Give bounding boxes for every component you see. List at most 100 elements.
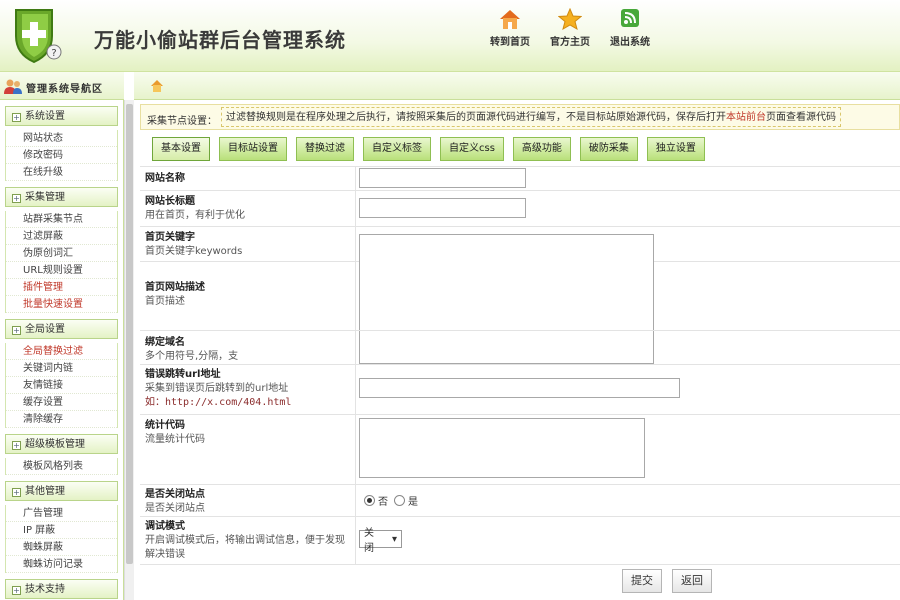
group-label: 采集管理	[25, 192, 65, 203]
sidebar-group-templates: + 超级模板管理 模板风格列表	[5, 434, 118, 475]
sidebar-group-title[interactable]: + 系统设置	[5, 106, 118, 126]
sidebar-item-pseudo-original[interactable]: 伪原创词汇	[6, 245, 117, 262]
radio-dot[interactable]	[394, 495, 405, 506]
notice-highlight: 本站前台	[726, 112, 766, 123]
divider	[355, 191, 356, 226]
field-label: 网站名称	[145, 173, 185, 184]
top-nav: 转到首页 官方主页 退出系统	[480, 8, 660, 48]
sidebar-item-clear-cache[interactable]: 清除缓存	[6, 411, 117, 428]
expand-icon: +	[12, 586, 21, 595]
sidebar: + 系统设置 网站状态 修改密码 在线升级 + 采集管理 站群采集节点 过滤屏蔽 伪…	[0, 100, 124, 600]
back-button[interactable]: 返回	[672, 569, 712, 593]
nav-label: 官方主页	[550, 37, 590, 48]
group-label: 全局设置	[25, 324, 65, 335]
debug-mode-select[interactable]: 关闭 ▾	[359, 528, 402, 554]
stats-code-textarea[interactable]	[359, 418, 645, 478]
row-stats: 统计代码 流量统计代码	[140, 414, 900, 484]
sidebar-item-template-list[interactable]: 模板风格列表	[6, 458, 117, 475]
sidebar-item-plugins[interactable]: 插件管理	[6, 279, 117, 296]
sidebar-item-url-rules[interactable]: URL规则设置	[6, 262, 117, 279]
home-icon[interactable]	[150, 79, 164, 92]
shield-logo-icon: ?	[15, 9, 62, 64]
row-keywords-description: 首页关键字 首页关键字keywords 首页网站描述 首页描述	[140, 226, 900, 364]
sidebar-group-title[interactable]: + 全局设置	[5, 319, 118, 339]
sidebar-header: 管理系统导航区	[0, 72, 124, 100]
scrollbar-thumb[interactable]	[126, 104, 133, 564]
error-url-input[interactable]	[359, 378, 680, 398]
select-value: 关闭	[364, 528, 374, 554]
sidebar-items: 网站状态 修改密码 在线升级	[5, 130, 118, 181]
divider	[355, 415, 356, 484]
submit-button[interactable]: 提交	[622, 569, 662, 593]
sidebar-scrollbar[interactable]	[124, 100, 134, 600]
tab-basic[interactable]: 基本设置	[152, 137, 210, 161]
sidebar-item-site-status[interactable]: 网站状态	[6, 130, 117, 147]
close-site-no-radio[interactable]: 否	[364, 493, 388, 508]
sidebar-item-online-upgrade[interactable]: 在线升级	[6, 164, 117, 181]
divider	[355, 485, 356, 516]
field-label: 是否关闭站点	[145, 489, 205, 500]
sidebar-item-spider-log[interactable]: 蜘蛛访问记录	[6, 556, 117, 573]
sidebar-item-keyword-links[interactable]: 关键词内链	[6, 360, 117, 377]
sidebar-item-collect-nodes[interactable]: 站群采集节点	[6, 211, 117, 228]
tab-replace-filter[interactable]: 替换过滤	[296, 137, 354, 161]
group-label: 其他管理	[25, 486, 65, 497]
tab-advanced[interactable]: 高级功能	[512, 137, 571, 161]
sidebar-items: 广告管理 IP 屏蔽 蜘蛛屏蔽 蜘蛛访问记录	[5, 505, 118, 573]
nav-label: 退出系统	[610, 37, 650, 48]
sidebar-item-ip-block[interactable]: IP 屏蔽	[6, 522, 117, 539]
sidebar-item-change-password[interactable]: 修改密码	[6, 147, 117, 164]
long-title-input[interactable]	[359, 198, 526, 218]
sidebar-item-friend-links[interactable]: 友情链接	[6, 377, 117, 394]
row-debug: 调试模式 开启调试模式后，将输出调试信息，便于发现解决错误 关闭 ▾	[140, 516, 900, 564]
notice-text: 页面查看源代码	[766, 112, 836, 123]
site-name-input[interactable]	[359, 168, 526, 188]
sidebar-item-batch-settings[interactable]: 批量快速设置	[6, 296, 117, 313]
row-close-site: 是否关闭站点 是否关闭站点 否 是	[140, 484, 900, 516]
main-toolbar	[134, 72, 900, 100]
chevron-down-icon: ▾	[391, 533, 397, 545]
field-desc: 用在首页，有利于优化	[145, 210, 245, 221]
field-desc: 首页描述	[145, 296, 185, 307]
settings-tabs: 基本设置 目标站设置 替换过滤 自定义标签 自定义css 高级功能 破防采集 独…	[152, 137, 705, 161]
notice-label: 采集节点设置：	[147, 116, 217, 127]
row-domain: 绑定域名 多个用符号,分隔，支	[140, 330, 900, 364]
divider	[355, 331, 356, 364]
sidebar-group-global: + 全局设置 全局替换过滤 关键词内链 友情链接 缓存设置 清除缓存	[5, 319, 118, 428]
header: ? 万能小偷站群后台管理系统 转到首页 官方主页 退出系统	[0, 0, 900, 72]
sidebar-group-title[interactable]: + 超级模板管理	[5, 434, 118, 454]
nav-official-site[interactable]: 官方主页	[540, 8, 600, 48]
svg-text:?: ?	[51, 48, 56, 59]
field-desc: 首页关键字keywords	[145, 246, 243, 257]
notice-bar: 采集节点设置： 过滤替换规则是在程序处理之后执行，请按照采集后的页面源代码进行编…	[140, 104, 900, 130]
field-desc: 开启调试模式后，将输出调试信息，便于发现解决错误	[145, 535, 345, 560]
tab-custom-tags[interactable]: 自定义标签	[363, 137, 431, 161]
nav-logout[interactable]: 退出系统	[600, 8, 660, 48]
sidebar-group-title[interactable]: + 技术支持	[5, 579, 118, 599]
sidebar-group-title[interactable]: + 其他管理	[5, 481, 118, 501]
radio-dot[interactable]	[364, 495, 375, 506]
tab-anti-block[interactable]: 破防采集	[579, 137, 638, 161]
field-desc: 采集到错误页后跳转到的url地址	[145, 383, 289, 394]
tab-custom-css[interactable]: 自定义css	[440, 137, 504, 161]
divider	[355, 365, 356, 414]
sidebar-item-ads[interactable]: 广告管理	[6, 505, 117, 522]
sidebar-item-spider-block[interactable]: 蜘蛛屏蔽	[6, 539, 117, 556]
sidebar-item-filter[interactable]: 过滤屏蔽	[6, 228, 117, 245]
field-label: 统计代码	[145, 420, 185, 431]
sidebar-items: 模板风格列表	[5, 458, 118, 475]
field-label: 首页网站描述	[145, 282, 205, 293]
close-site-yes-radio[interactable]: 是	[394, 493, 418, 508]
nav-goto-home[interactable]: 转到首页	[480, 8, 540, 48]
users-icon	[4, 79, 22, 94]
nav-label: 转到首页	[490, 37, 530, 48]
sidebar-group-title[interactable]: + 采集管理	[5, 187, 118, 207]
sidebar-item-global-replace[interactable]: 全局替换过滤	[6, 343, 117, 360]
sidebar-item-cache-settings[interactable]: 缓存设置	[6, 394, 117, 411]
tab-target-site[interactable]: 目标站设置	[219, 137, 287, 161]
tab-independent[interactable]: 独立设置	[646, 137, 705, 161]
field-desc: 是否关闭站点	[145, 503, 205, 514]
sidebar-items: 站群采集节点 过滤屏蔽 伪原创词汇 URL规则设置 插件管理 批量快速设置	[5, 211, 118, 313]
field-label: 网站长标题	[145, 196, 195, 207]
home-icon	[500, 10, 520, 29]
